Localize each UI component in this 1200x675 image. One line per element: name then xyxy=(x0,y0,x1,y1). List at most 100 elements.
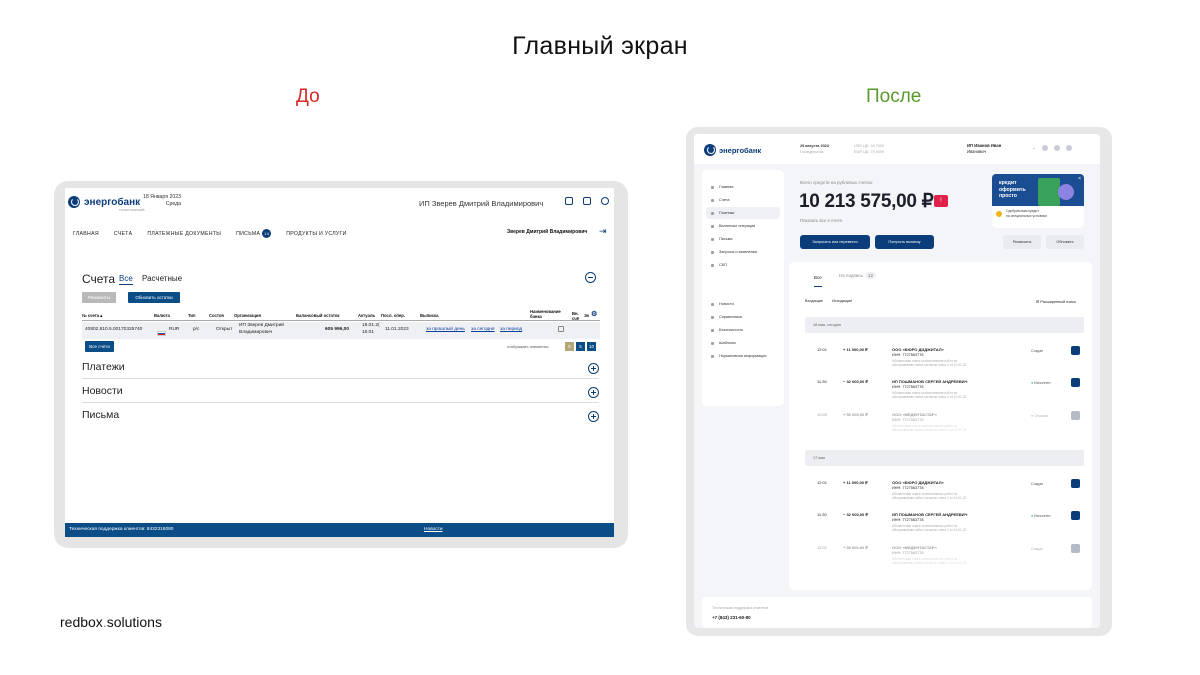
sidebar-item-home[interactable]: Главная xyxy=(706,181,780,193)
filter-incoming[interactable]: Входящие xyxy=(805,299,823,303)
sidebar-item-news[interactable]: Новости xyxy=(706,298,780,310)
row-checkbox[interactable] xyxy=(558,326,564,332)
nav-payment-docs[interactable]: ПЛАТЕЖНЫЕ ДОКУМЕНТЫ xyxy=(147,231,221,237)
sidebar-item-accounts[interactable]: Счета xyxy=(706,194,780,206)
document-icon[interactable] xyxy=(1071,544,1080,553)
transaction-row[interactable]: 12:01 + 50 000,00 ₽ ООО «МЕДЕНТАСТАР» ИН… xyxy=(805,541,1084,571)
chat-icon[interactable] xyxy=(565,197,573,205)
col-currency[interactable]: Валюта xyxy=(154,313,170,318)
old-weekday: Среда xyxy=(165,201,182,207)
sidebar-item-templates[interactable]: Шаблоны xyxy=(706,337,780,349)
new-logo[interactable]: энергобанк xyxy=(704,144,761,156)
show-all-accounts-link[interactable]: Показать все 4 счета xyxy=(800,218,842,223)
get-statement-button[interactable]: Получить выписку xyxy=(875,235,934,249)
promo-building-illustration xyxy=(1038,178,1060,206)
col-balance[interactable]: Балансовый остаток xyxy=(296,313,340,318)
col-state[interactable]: Состоя xyxy=(209,313,224,318)
section-news[interactable]: Новости xyxy=(82,385,599,403)
tab-all-accounts[interactable]: Все xyxy=(119,274,133,285)
tx-counterparty: ООО «МЕДЕНТАСТАР» xyxy=(892,412,937,417)
transaction-row[interactable]: 11:30 − 32 000,00 ₽ ИП ПОШМАНОВ СЕРГЕЙ А… xyxy=(805,375,1084,405)
col-actual[interactable]: Актуаль xyxy=(358,313,375,318)
nav-home[interactable]: ГЛАВНАЯ xyxy=(73,231,99,237)
statement-prev-day-link[interactable]: за прошлый день xyxy=(426,327,465,332)
table-settings-icon[interactable]: ⚙ xyxy=(591,310,597,318)
tx-description: Абонентская плата за выполнение работ по… xyxy=(892,557,967,565)
topup-transfer-button[interactable]: Запросить или перевести xyxy=(800,235,870,249)
document-icon[interactable] xyxy=(1071,411,1080,420)
logout-icon[interactable]: ⇥ xyxy=(599,226,607,237)
filter-outgoing[interactable]: Исходящие xyxy=(832,299,852,303)
tab-settlement-accounts[interactable]: Расчетные xyxy=(142,274,182,283)
new-user-name[interactable]: ИП Иванов Иван Иванович xyxy=(967,143,1001,155)
col-statement[interactable]: Выписка xyxy=(420,313,438,318)
document-icon[interactable] xyxy=(1071,346,1080,355)
col-internal[interactable]: Вн. счё xyxy=(572,311,582,321)
tx-status: Исполнен xyxy=(1031,381,1050,385)
refresh-button[interactable]: Обновить xyxy=(1046,235,1084,249)
tab-all[interactable]: Все xyxy=(814,275,822,287)
page-size-option[interactable]: 5 xyxy=(565,342,574,351)
transaction-row[interactable]: 12:01 + 11 000,00 ₽ ООО «БЮРО ДИДЖИТАЛ» … xyxy=(805,343,1084,373)
sidebar-item-security[interactable]: Безопасность xyxy=(706,324,780,336)
help-icon[interactable] xyxy=(1066,145,1073,151)
collapse-accounts-icon[interactable] xyxy=(585,272,596,283)
support-phone[interactable]: +7 (843) 231-60-80 xyxy=(712,615,751,620)
settings-icon[interactable] xyxy=(601,197,609,205)
sidebar-item-currency[interactable]: Валютные операции xyxy=(706,220,780,232)
page-size-option[interactable]: 5 xyxy=(576,342,585,351)
expand-icon[interactable] xyxy=(588,387,599,398)
nav-products[interactable]: ПРОДУКТЫ И УСЛУГИ xyxy=(286,231,346,237)
expand-icon[interactable] xyxy=(588,411,599,422)
chevron-down-icon[interactable]: ⌄ xyxy=(1032,145,1036,151)
sidebar-item-letters[interactable]: Письма xyxy=(706,233,780,245)
document-icon[interactable] xyxy=(1071,378,1080,387)
footer-news-link[interactable]: Новости xyxy=(424,527,443,532)
section-payments[interactable]: Платежи xyxy=(82,361,599,379)
settings-icon[interactable] xyxy=(1054,145,1061,151)
document-icon[interactable] xyxy=(1071,479,1080,488)
col-type[interactable]: Тип xyxy=(188,313,196,318)
document-icon[interactable] xyxy=(1071,511,1080,520)
sidebar-item-regulatory[interactable]: Нормативная информация xyxy=(706,350,780,362)
old-user-name[interactable]: ИП Зверев Дмитрий Владимирович xyxy=(419,199,543,208)
sidebar-item-sbp[interactable]: СБП xyxy=(706,259,780,271)
transaction-row[interactable]: 11:30 − 32 000,00 ₽ ИП ПОШМАНОВ СЕРГЕЙ А… xyxy=(805,508,1084,538)
requisites-button[interactable]: Реквизиты xyxy=(82,292,116,303)
tx-status: Исполнен xyxy=(1031,514,1050,518)
col-organization[interactable]: Организация xyxy=(234,313,261,318)
col-account[interactable]: № счета▲ xyxy=(82,313,103,318)
statement-period-link[interactable]: за период xyxy=(500,327,522,332)
sidebar-item-requests[interactable]: Запросы и заявления xyxy=(706,246,780,258)
old-user-short[interactable]: Зверев Дмитрий Владимирович xyxy=(507,229,587,235)
tab-to-sign[interactable]: На подпись 12 xyxy=(839,272,877,279)
sidebar-item-directories[interactable]: Справочники xyxy=(706,311,780,323)
section-letters[interactable]: Письма xyxy=(82,409,599,427)
tx-description: Абонентская плата за выполнение работ по… xyxy=(892,524,967,532)
page-size-option[interactable]: 10 xyxy=(587,342,596,351)
notification-icon[interactable] xyxy=(1042,145,1049,151)
expand-icon[interactable] xyxy=(588,363,599,374)
brand-suffix: solutions xyxy=(106,614,162,630)
transaction-row[interactable]: 10:00 + 50 000,00 ₽ ООО «МЕДЕНТАСТАР» ИН… xyxy=(805,408,1084,438)
sidebar-item-payments[interactable]: Платежи xyxy=(706,207,780,219)
transaction-row[interactable]: 12:01 + 11 000,00 ₽ ООО «БЮРО ДИДЖИТАЛ» … xyxy=(805,476,1084,506)
credit-promo-banner[interactable]: кредит оформить просто × Одобрим вам кре… xyxy=(992,174,1084,228)
old-logo[interactable]: энергобанк xyxy=(68,196,140,208)
tx-time: 10:00 xyxy=(817,412,828,417)
requisites-button[interactable]: Реквизиты xyxy=(1003,235,1041,249)
nav-letters[interactable]: ПИСЬМА 14 xyxy=(236,229,272,238)
statement-today-link[interactable]: за сегодня xyxy=(471,327,495,332)
alert-badge[interactable]: ! xyxy=(934,195,948,207)
refresh-balances-button[interactable]: Обновить остатки xyxy=(128,292,180,303)
tx-counterparty: ООО «БЮРО ДИДЖИТАЛ» xyxy=(892,347,944,352)
nav-accounts[interactable]: СЧЕТА xyxy=(114,231,132,237)
document-icon[interactable] xyxy=(583,197,591,205)
col-bank-name[interactable]: Наименование банка xyxy=(530,309,570,319)
col-last-op[interactable]: Посл. опер. xyxy=(381,313,405,318)
col-ek[interactable]: Эк xyxy=(584,313,589,318)
close-icon[interactable]: × xyxy=(1078,176,1081,182)
table-row[interactable]: 40802.810.5.00170325740 RUR р/с Открыт И… xyxy=(82,322,600,339)
all-accounts-button[interactable]: Все счета xyxy=(85,341,114,352)
advanced-search-link[interactable]: ☰ Расширенный поиск xyxy=(1036,299,1076,304)
